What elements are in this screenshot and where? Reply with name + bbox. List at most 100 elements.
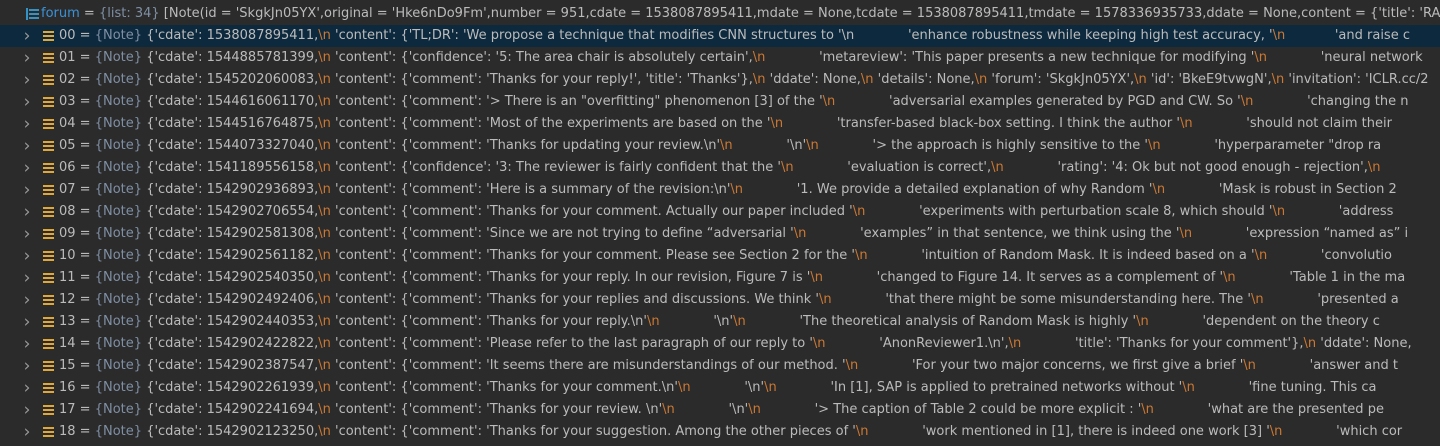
item-value-segment: 'ddate': None,	[765, 72, 861, 87]
item-value-segment: '> the approach is highly sensitive to t…	[818, 138, 1148, 153]
item-value-segment: 'what are the presented pe	[1153, 402, 1384, 417]
item-value-segment: 'presented a	[1263, 292, 1399, 307]
chevron-right-icon[interactable]: ›	[20, 377, 34, 399]
list-variable-icon	[26, 8, 39, 20]
list-item[interactable]: › 14 = {Note} {'cdate': 1542902422822,\n …	[0, 333, 1440, 355]
list-item[interactable]: › 17 = {Note} {'cdate': 1542902241694,\n …	[0, 399, 1440, 421]
item-value-segment: 'content': {'TL;DR': 'We propose a techn…	[330, 28, 839, 43]
item-value-segment: {'cdate': 1542902936893,	[146, 182, 319, 197]
newline-escape: \n	[318, 270, 331, 285]
chevron-right-icon[interactable]: ›	[20, 223, 34, 245]
item-type: {Note}	[94, 358, 143, 373]
item-value-segment: {'cdate': 1545202060083,	[146, 72, 319, 87]
chevron-right-icon[interactable]: ›	[20, 399, 34, 421]
item-value-segment: 'which cor	[1282, 424, 1403, 439]
newline-escape: \n	[1269, 424, 1283, 439]
item-value-segment: 'dependent on the theory c	[1148, 314, 1380, 329]
list-item[interactable]: › 13 = {Note} {'cdate': 1542902440353,\n …	[0, 311, 1440, 333]
variable-name: forum	[41, 6, 80, 21]
newline-escape: \n	[764, 380, 777, 395]
item-value-segment: '\n	[838, 28, 855, 43]
item-value-segment: 'evaluation is correct',	[793, 160, 992, 175]
list-item-text: 15 = {Note} {'cdate': 1542902387547,\n '…	[59, 358, 1398, 373]
chevron-right-icon[interactable]: ›	[20, 289, 34, 311]
item-value-segment: {'cdate': 1542902123250,	[146, 424, 319, 439]
item-value-segment: 'content': {'comment': 'Since we are not…	[330, 226, 794, 241]
item-value-segment: 'should not claim their	[1192, 116, 1392, 131]
variable-type: {list: 34}	[98, 6, 160, 21]
newline-escape: \n	[318, 204, 331, 219]
item-value-segment: 'content': {'comment': 'Thanks for your …	[330, 402, 663, 417]
chevron-right-icon[interactable]: ›	[20, 333, 34, 355]
list-item[interactable]: › 01 = {Note} {'cdate': 1544885781399,\n …	[0, 47, 1440, 69]
list-item[interactable]: › 05 = {Note} {'cdate': 1544073327040,\n …	[0, 135, 1440, 157]
note-object-icon	[43, 141, 54, 151]
newline-escape: \n	[318, 28, 331, 43]
chevron-right-icon[interactable]: ›	[20, 179, 34, 201]
list-item[interactable]: › 18 = {Note} {'cdate': 1542902123250,\n …	[0, 421, 1440, 443]
list-item[interactable]: › 16 = {Note} {'cdate': 1542902261939,\n …	[0, 377, 1440, 399]
newline-escape: \n	[318, 314, 331, 329]
newline-escape: \n	[991, 160, 1004, 175]
item-value-segment: 'title': 'Thanks for your comment'},	[1021, 336, 1304, 351]
newline-escape: \n	[793, 226, 807, 241]
newline-escape: \n	[646, 314, 660, 329]
chevron-right-icon[interactable]: ›	[20, 157, 34, 179]
newline-escape: \n	[752, 50, 766, 65]
item-value-segment: 'convolutio	[1267, 248, 1392, 263]
item-value-segment: {'cdate': 1542902706554,	[146, 204, 319, 219]
newline-escape: \n	[1141, 402, 1154, 417]
item-value-segment: 'changing the n	[1253, 94, 1409, 109]
item-value-segment: 'content': {'comment': 'Thanks for your …	[330, 424, 856, 439]
chevron-right-icon[interactable]: ›	[20, 135, 34, 157]
newline-escape: \n	[822, 94, 836, 109]
list-item[interactable]: › 07 = {Note} {'cdate': 1542902936893,\n …	[0, 179, 1440, 201]
list-item[interactable]: › 09 = {Note} {'cdate': 1542902581308,\n …	[0, 223, 1440, 245]
item-value-segment: {'cdate': 1544885781399,	[146, 50, 319, 65]
item-value-segment: {'cdate': 1542902422822,	[146, 336, 319, 351]
chevron-right-icon[interactable]: ›	[20, 69, 34, 91]
list-item-text: 02 = {Note} {'cdate': 1545202060083,\n '…	[59, 72, 1429, 87]
item-value-segment: 'answer and t	[1255, 358, 1398, 373]
newline-escape: \n	[780, 160, 794, 175]
list-item[interactable]: › 04 = {Note} {'cdate': 1544516764875,\n …	[0, 113, 1440, 135]
chevron-right-icon[interactable]: ›	[20, 25, 34, 47]
item-type: {Note}	[94, 72, 143, 87]
chevron-right-icon[interactable]: ›	[20, 201, 34, 223]
chevron-right-icon[interactable]: ›	[20, 47, 34, 69]
forum-variable-row[interactable]: ∨ forum = {list: 34} [Note(id = 'SkgkJn0…	[0, 3, 1440, 25]
newline-escape: \n	[852, 204, 866, 219]
item-value-segment: 'address	[1285, 204, 1394, 219]
item-value-segment: {'cdate': 1542902261939,	[146, 380, 319, 395]
item-type: {Note}	[94, 28, 143, 43]
list-item[interactable]: › 00 = {Note} {'cdate': 1538087895411,\n …	[0, 25, 1440, 47]
note-object-icon	[43, 251, 54, 261]
item-value-segment: 'experiments with perturbation scale 8, …	[865, 204, 1273, 219]
item-type: {Note}	[94, 160, 143, 175]
item-type: {Note}	[94, 424, 143, 439]
item-type: {Note}	[94, 226, 143, 241]
list-item[interactable]: › 06 = {Note} {'cdate': 1541189556158,\n …	[0, 157, 1440, 179]
chevron-right-icon[interactable]: ›	[20, 245, 34, 267]
chevron-right-icon[interactable]: ›	[20, 311, 34, 333]
newline-escape: \n	[1179, 116, 1193, 131]
list-item[interactable]: › 11 = {Note} {'cdate': 1542902540350,\n …	[0, 267, 1440, 289]
item-type: {Note}	[94, 248, 143, 263]
chevron-right-icon[interactable]: ›	[20, 91, 34, 113]
list-item[interactable]: › 10 = {Note} {'cdate': 1542902561182,\n …	[0, 245, 1440, 267]
note-object-icon	[43, 185, 54, 195]
item-value-segment: {'cdate': 1544616061170,	[146, 94, 319, 109]
note-object-icon	[43, 317, 54, 327]
chevron-right-icon[interactable]: ›	[20, 355, 34, 377]
item-value-segment: 'ddate': None,	[1316, 336, 1412, 351]
list-item[interactable]: › 08 = {Note} {'cdate': 1542902706554,\n …	[0, 201, 1440, 223]
list-item[interactable]: › 12 = {Note} {'cdate': 1542902492406,\n …	[0, 289, 1440, 311]
chevron-right-icon[interactable]: ›	[20, 113, 34, 135]
newline-escape: \n	[1272, 28, 1286, 43]
chevron-right-icon[interactable]: ›	[20, 267, 34, 289]
chevron-right-icon[interactable]: ›	[20, 421, 34, 443]
list-item[interactable]: › 03 = {Note} {'cdate': 1544616061170,\n …	[0, 91, 1440, 113]
item-value-segment: 'that there might be some misunderstandi…	[831, 292, 1251, 307]
list-item[interactable]: › 02 = {Note} {'cdate': 1545202060083,\n …	[0, 69, 1440, 91]
list-item[interactable]: › 15 = {Note} {'cdate': 1542902387547,\n …	[0, 355, 1440, 377]
